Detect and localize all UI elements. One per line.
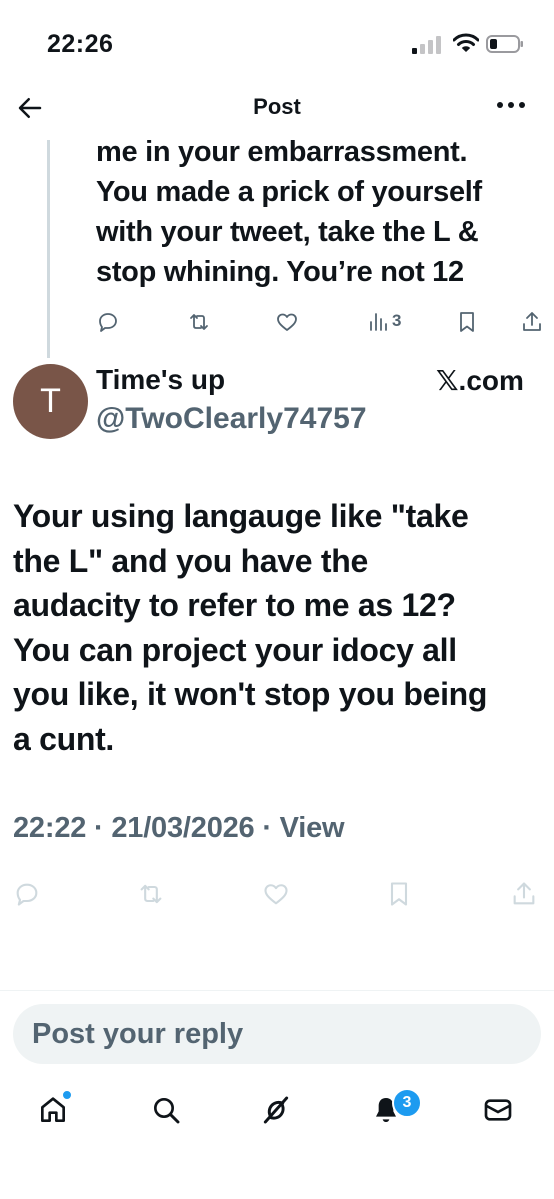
grok-icon xyxy=(260,1094,292,1126)
reply-button[interactable] xyxy=(96,310,120,334)
home-unread-dot xyxy=(62,1090,72,1100)
previous-tweet-line: me in your embarrassment. xyxy=(96,136,468,168)
nav-messages[interactable] xyxy=(482,1094,514,1126)
tweet-line: you like, it won't stop you being xyxy=(13,676,488,712)
like-icon xyxy=(275,310,299,334)
author-display-name[interactable]: Time's up xyxy=(96,364,225,396)
search-icon xyxy=(150,1094,182,1126)
author-handle[interactable]: @TwoClearly74757 xyxy=(96,402,367,436)
tweet-line: a cunt. xyxy=(13,720,115,757)
share-icon xyxy=(520,310,544,334)
previous-tweet-line: with your tweet, take the L & xyxy=(96,216,479,248)
tweet-line: Your using langauge like "take xyxy=(13,498,469,534)
tweet-text: Your using langauge like "take the L" an… xyxy=(13,494,543,761)
messages-icon xyxy=(482,1094,514,1126)
previous-tweet-line: You made a prick of yourself xyxy=(96,176,482,208)
views-button[interactable]: 3 xyxy=(368,310,401,332)
previous-tweet-line: stop whining. You’re not 12 xyxy=(96,256,464,288)
previous-tweet-text[interactable]: me in your embarrassment. You made a pri… xyxy=(96,132,546,292)
retweet-button[interactable] xyxy=(137,880,165,908)
retweet-icon xyxy=(137,880,165,908)
nav-grok[interactable] xyxy=(260,1094,292,1126)
thread-line xyxy=(47,140,50,358)
reply-button[interactable] xyxy=(13,880,41,908)
views-icon xyxy=(368,310,388,332)
divider xyxy=(0,990,554,991)
bookmark-icon xyxy=(456,310,478,334)
page-title: Post xyxy=(253,94,301,119)
retweet-button[interactable] xyxy=(187,310,211,334)
status-time: 22:26 xyxy=(47,30,114,58)
share-button[interactable] xyxy=(520,310,544,334)
tweet-line: audacity to refer to me as 12? xyxy=(13,587,456,623)
bookmark-icon xyxy=(386,880,412,908)
tweet-timestamp[interactable]: 22:22 · 21/03/2026 · View xyxy=(13,812,345,845)
avatar-letter: T xyxy=(40,382,61,420)
views-count: 3 xyxy=(392,311,402,330)
share-icon xyxy=(510,880,538,908)
nav-search[interactable] xyxy=(150,1094,182,1126)
bookmark-button[interactable] xyxy=(386,880,412,908)
wifi-icon xyxy=(453,33,479,53)
reply-icon xyxy=(96,310,120,334)
like-button[interactable] xyxy=(261,880,291,908)
more-options-icon[interactable] xyxy=(495,98,527,112)
reply-icon xyxy=(13,880,41,908)
share-button[interactable] xyxy=(510,880,538,908)
like-button[interactable] xyxy=(275,310,299,334)
retweet-icon xyxy=(187,310,211,334)
tweet-line: You can project your idocy all xyxy=(13,631,457,668)
notifications-badge: 3 xyxy=(392,1088,422,1118)
reply-placeholder: Post your reply xyxy=(32,1018,244,1050)
avatar[interactable]: T xyxy=(13,364,88,439)
like-icon xyxy=(261,880,291,908)
reply-input[interactable]: Post your reply xyxy=(13,1004,541,1064)
tweet-actions xyxy=(13,880,543,910)
source-label[interactable]: 𝕏.com xyxy=(436,364,524,397)
previous-tweet-actions: 3 xyxy=(96,310,546,338)
tweet-line: the L" and you have the xyxy=(13,542,368,579)
cellular-signal-icon xyxy=(412,36,442,54)
battery-icon xyxy=(486,35,524,53)
bookmark-button[interactable] xyxy=(456,310,478,334)
